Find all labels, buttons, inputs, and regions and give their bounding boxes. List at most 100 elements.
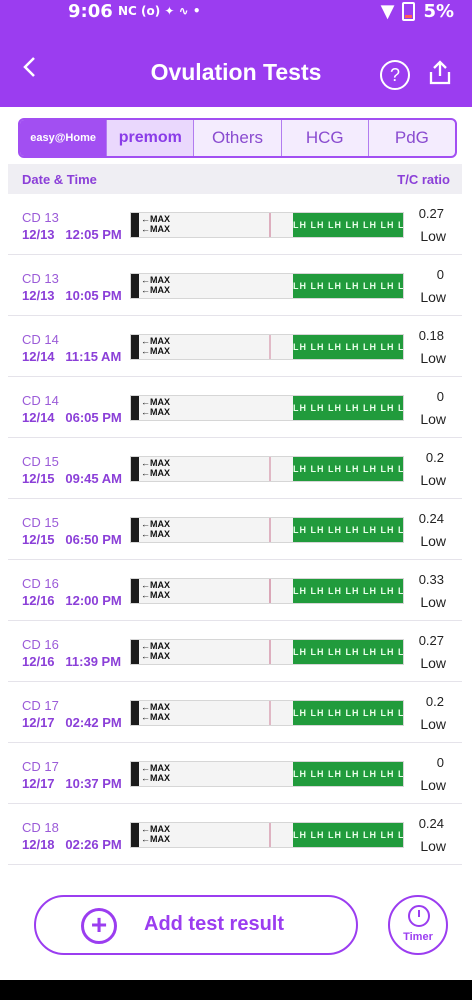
lh-level: Low: [420, 350, 446, 366]
test-row[interactable]: CD 16 12/16 11:39 PM ←MAX ←MAX LH LH LH LH L…: [8, 621, 462, 682]
stopwatch-icon: [408, 905, 430, 927]
add-test-result-button[interactable]: + Add test result: [34, 895, 358, 955]
test-strip-image: ←MAX ←MAX LH LH LH LH LH LH LH: [130, 822, 404, 848]
share-icon: [429, 60, 451, 85]
test-datetime: 12/13 12:05 PM: [22, 227, 122, 242]
app-header: Ovulation Tests ?: [0, 30, 472, 107]
tc-ratio-value: 0.2: [425, 450, 444, 465]
lh-level: Low: [420, 716, 446, 732]
status-time: 9:06: [68, 1, 113, 22]
strip-max-label: ←MAX ←MAX: [141, 824, 170, 844]
cycle-day: CD 13: [22, 210, 59, 225]
test-row[interactable]: CD 18 12/18 02:26 PM ←MAX ←MAX LH LH LH LH L…: [8, 804, 462, 865]
strip-test-line: [269, 762, 271, 786]
cycle-day: CD 17: [22, 759, 59, 774]
test-row[interactable]: CD 17 12/17 02:42 PM ←MAX ←MAX LH LH LH LH L…: [8, 682, 462, 743]
cycle-day: CD 14: [22, 393, 59, 408]
cycle-day: CD 18: [22, 820, 59, 835]
tab-premom[interactable]: premom: [107, 120, 195, 156]
test-row[interactable]: CD 16 12/16 12:00 PM ←MAX ←MAX LH LH LH LH L…: [8, 560, 462, 621]
test-row[interactable]: CD 13 12/13 10:05 PM ←MAX ←MAX LH LH LH LH L…: [8, 255, 462, 316]
wifi-icon: ▼: [380, 1, 395, 22]
strip-lh-zone: LH LH LH LH LH LH LH: [293, 823, 403, 847]
strip-test-line: [269, 213, 271, 237]
timer-button[interactable]: Timer: [388, 895, 448, 955]
lh-level: Low: [420, 472, 446, 488]
plus-icon: +: [81, 908, 117, 944]
strip-lh-zone: LH LH LH LH LH LH LH: [293, 762, 403, 786]
tc-ratio-value: 0: [436, 755, 444, 770]
strip-lh-zone: LH LH LH LH LH LH LH: [293, 457, 403, 481]
strip-lh-zone: LH LH LH LH LH LH LH: [293, 701, 403, 725]
cycle-day: CD 16: [22, 576, 59, 591]
test-date: 12/18: [22, 837, 55, 852]
test-datetime: 12/15 09:45 AM: [22, 471, 122, 486]
cycle-day: CD 13: [22, 271, 59, 286]
test-datetime: 12/15 06:50 PM: [22, 532, 122, 547]
system-icons: ▼ 5%: [381, 1, 454, 22]
test-time: 02:26 PM: [65, 837, 122, 852]
strip-test-line: [269, 701, 271, 725]
lh-level: Low: [420, 594, 446, 610]
test-datetime: 12/16 12:00 PM: [22, 593, 122, 608]
test-date: 12/14: [22, 410, 55, 425]
strip-max-label: ←MAX ←MAX: [141, 580, 170, 600]
cycle-day: CD 15: [22, 454, 59, 469]
test-time: 06:05 PM: [65, 410, 122, 425]
tc-ratio-value: 0.33: [418, 572, 444, 587]
battery-percent: 5%: [423, 1, 454, 22]
test-date: 12/15: [22, 532, 55, 547]
lh-level: Low: [420, 289, 446, 305]
strip-handle: [131, 640, 139, 664]
test-datetime: 12/17 02:42 PM: [22, 715, 122, 730]
tab-pdg[interactable]: PdG: [369, 120, 455, 156]
brand-tabs: easy@Home premom Others HCG PdG: [18, 118, 457, 158]
test-date: 12/13: [22, 227, 55, 242]
test-time: 12:05 PM: [65, 227, 122, 242]
strip-handle: [131, 823, 139, 847]
test-strip-image: ←MAX ←MAX LH LH LH LH LH LH LH: [130, 639, 404, 665]
strip-test-line: [269, 457, 271, 481]
test-row[interactable]: CD 15 12/15 06:50 PM ←MAX ←MAX LH LH LH LH L…: [8, 499, 462, 560]
test-row[interactable]: CD 13 12/13 12:05 PM ←MAX ←MAX LH LH LH LH L…: [8, 194, 462, 255]
strip-test-line: [269, 518, 271, 542]
strip-handle: [131, 396, 139, 420]
test-datetime: 12/17 10:37 PM: [22, 776, 122, 791]
test-time: 02:42 PM: [65, 715, 122, 730]
status-bar: 9:06 NC (o) ✦ ∿ • ▼ 5%: [0, 0, 472, 30]
tc-ratio-value: 0.18: [418, 328, 444, 343]
test-row[interactable]: CD 15 12/15 09:45 AM ←MAX ←MAX LH LH LH LH L…: [8, 438, 462, 499]
strip-max-label: ←MAX ←MAX: [141, 336, 170, 356]
battery-icon: [402, 2, 416, 21]
tc-ratio-value: 0.27: [418, 206, 444, 221]
test-row[interactable]: CD 17 12/17 10:37 PM ←MAX ←MAX LH LH LH LH L…: [8, 743, 462, 804]
cycle-day: CD 16: [22, 637, 59, 652]
tab-easy-home[interactable]: easy@Home: [20, 120, 108, 156]
strip-max-label: ←MAX ←MAX: [141, 641, 170, 661]
test-time: 11:15 AM: [65, 349, 122, 364]
strip-lh-zone: LH LH LH LH LH LH LH: [293, 335, 403, 359]
strip-handle: [131, 213, 139, 237]
tab-hcg[interactable]: HCG: [282, 120, 369, 156]
tab-others[interactable]: Others: [194, 120, 282, 156]
help-button[interactable]: ?: [380, 60, 410, 90]
tc-ratio-value: 0: [436, 267, 444, 282]
strip-handle: [131, 274, 139, 298]
strip-max-label: ←MAX ←MAX: [141, 763, 170, 783]
tc-ratio-value: 0: [436, 389, 444, 404]
strip-handle: [131, 518, 139, 542]
test-datetime: 12/14 06:05 PM: [22, 410, 122, 425]
test-time: 12:00 PM: [65, 593, 122, 608]
test-row[interactable]: CD 14 12/14 11:15 AM ←MAX ←MAX LH LH LH LH L…: [8, 316, 462, 377]
test-date: 12/14: [22, 349, 55, 364]
strip-max-label: ←MAX ←MAX: [141, 458, 170, 478]
strip-max-label: ←MAX ←MAX: [141, 275, 170, 295]
strip-lh-zone: LH LH LH LH LH LH LH: [293, 579, 403, 603]
test-row[interactable]: CD 14 12/14 06:05 PM ←MAX ←MAX LH LH LH LH L…: [8, 377, 462, 438]
timer-label: Timer: [403, 931, 433, 943]
lh-level: Low: [420, 533, 446, 549]
test-datetime: 12/14 11:15 AM: [22, 349, 121, 364]
strip-test-line: [269, 823, 271, 847]
lh-level: Low: [420, 655, 446, 671]
share-button[interactable]: [428, 60, 452, 86]
